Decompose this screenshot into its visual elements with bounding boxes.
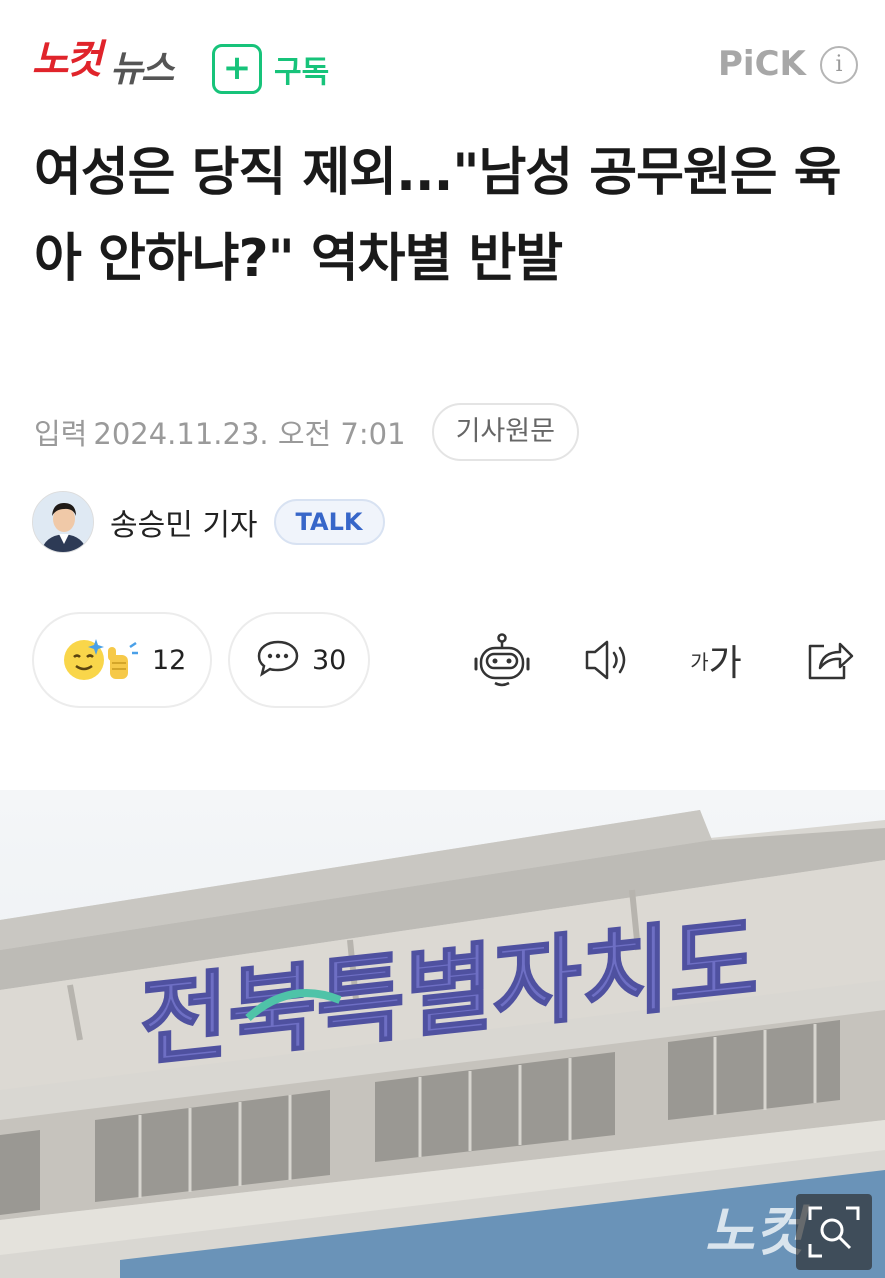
logo-sub-text: 뉴스 bbox=[110, 49, 174, 90]
font-big-label: 가 bbox=[708, 643, 742, 684]
article-meta: 입력 2024.11.23. 오전 7:01 기사원문 bbox=[34, 403, 579, 461]
article-headline: 여성은 당직 제외..."남성 공무원은 육아 안하냐?" 역차별 반발 bbox=[34, 143, 842, 289]
reaction-emoji-icon bbox=[60, 633, 140, 687]
subscribe-label: 구독 bbox=[274, 55, 330, 90]
photo-watermark: 노컷 bbox=[705, 1200, 811, 1263]
pick-label: PiCK bbox=[718, 44, 806, 84]
article-photo[interactable]: 전북특별자치도 노컷 bbox=[0, 790, 885, 1278]
reaction-button[interactable]: 12 bbox=[32, 612, 212, 708]
speaker-icon[interactable] bbox=[578, 632, 638, 688]
press-logo[interactable]: 노컷 뉴스 bbox=[32, 36, 192, 92]
reporter-row: 송승민 기자 TALK bbox=[32, 490, 385, 554]
reporter-avatar[interactable] bbox=[32, 491, 94, 553]
talk-button[interactable]: TALK bbox=[273, 499, 385, 545]
info-icon[interactable]: i bbox=[820, 46, 858, 84]
publish-date: 2024.11.23. 오전 7:01 bbox=[93, 417, 406, 451]
date-label: 입력 bbox=[34, 417, 88, 451]
subscribe-button[interactable]: + 구독 bbox=[212, 44, 329, 94]
plus-icon: + bbox=[212, 44, 262, 94]
font-size-button[interactable]: 가가 bbox=[686, 632, 746, 688]
reaction-count: 12 bbox=[152, 644, 187, 676]
top-bar: 노컷 뉴스 + 구독 PiCK i bbox=[0, 0, 885, 120]
original-article-button[interactable]: 기사원문 bbox=[431, 403, 579, 461]
robot-icon[interactable] bbox=[472, 632, 532, 688]
action-bar: 12 30 가 가 bbox=[32, 612, 862, 708]
logo-main-text: 노컷 bbox=[32, 37, 103, 83]
comment-button[interactable]: 30 bbox=[228, 612, 370, 708]
comment-bubble-icon bbox=[256, 638, 300, 682]
font-small-label: 가 bbox=[690, 649, 709, 674]
comment-count: 30 bbox=[312, 644, 347, 676]
reporter-name[interactable]: 송승민 기자 bbox=[110, 500, 258, 544]
share-icon[interactable] bbox=[800, 632, 860, 688]
zoom-icon[interactable] bbox=[796, 1194, 872, 1270]
